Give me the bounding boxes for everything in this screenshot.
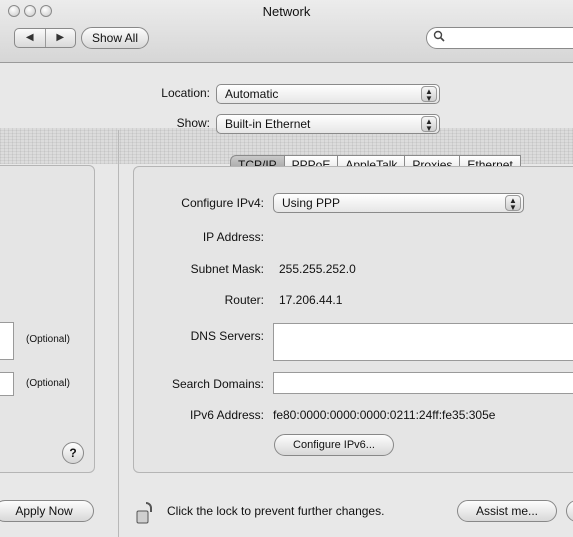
configure-ipv4-value: Using PPP — [282, 196, 341, 210]
back-forward-control: ◀ ▶ — [14, 28, 76, 48]
show-all-button[interactable]: Show All — [81, 27, 149, 49]
optional-label-2: (Optional) — [26, 378, 70, 389]
help-button[interactable]: ? — [62, 442, 84, 464]
optional-label-1: (Optional) — [26, 334, 70, 345]
router-label: Router: — [224, 293, 264, 307]
subnet-mask-value: 255.255.252.0 — [279, 262, 356, 276]
popup-arrows-icon: ▲ ▼ — [421, 116, 437, 133]
configure-ipv6-button[interactable]: Configure IPv6... — [274, 434, 394, 456]
location-label: Location: — [161, 86, 210, 100]
assist-me-button[interactable]: Assist me... — [457, 500, 557, 522]
apply-now-button[interactable]: Apply Now — [0, 500, 94, 522]
router-value: 17.206.44.1 — [279, 293, 343, 307]
back-arrow-icon[interactable]: ◀ — [15, 29, 46, 47]
ip-address-label: IP Address: — [202, 230, 264, 244]
popup-arrows-icon: ▲ ▼ — [505, 195, 521, 212]
dns-servers-field[interactable] — [273, 323, 573, 361]
ipv6-address-value: fe80:0000:0000:0000:0211:24ff:fe35:305e — [273, 408, 496, 422]
configure-ipv4-popup[interactable]: Using PPP ▲ ▼ — [273, 193, 524, 213]
show-popup[interactable]: Built-in Ethernet ▲ ▼ — [216, 114, 440, 134]
ipv6-address-label: IPv6 Address: — [189, 408, 264, 422]
popup-arrows-icon: ▲ ▼ — [421, 86, 437, 103]
forward-arrow-icon[interactable]: ▶ — [46, 29, 76, 47]
search-input[interactable] — [426, 27, 573, 49]
show-value: Built-in Ethernet — [225, 117, 311, 131]
search-icon — [433, 30, 445, 45]
next-button-partial[interactable] — [566, 500, 573, 522]
background-pane — [0, 165, 95, 473]
dns-servers-label: DNS Servers: — [190, 329, 264, 343]
network-preferences-window: Network ◀ ▶ Show All Location: Automatic… — [0, 0, 573, 537]
subnet-mask-label: Subnet Mask: — [190, 262, 264, 276]
search-domains-label: Search Domains: — [171, 377, 264, 391]
background-field-1[interactable] — [0, 322, 14, 360]
location-value: Automatic — [225, 87, 279, 101]
search-domains-field[interactable] — [273, 372, 573, 394]
lock-message: Click the lock to prevent further change… — [167, 504, 385, 518]
lock-icon[interactable] — [135, 500, 157, 526]
configure-ipv4-label: Configure IPv4: — [181, 196, 264, 210]
title-toolbar: Network ◀ ▶ Show All — [0, 0, 573, 63]
vertical-divider — [118, 130, 119, 537]
window-title: Network — [262, 4, 311, 19]
location-popup[interactable]: Automatic ▲ ▼ — [216, 84, 440, 104]
background-field-2[interactable] — [0, 372, 14, 396]
